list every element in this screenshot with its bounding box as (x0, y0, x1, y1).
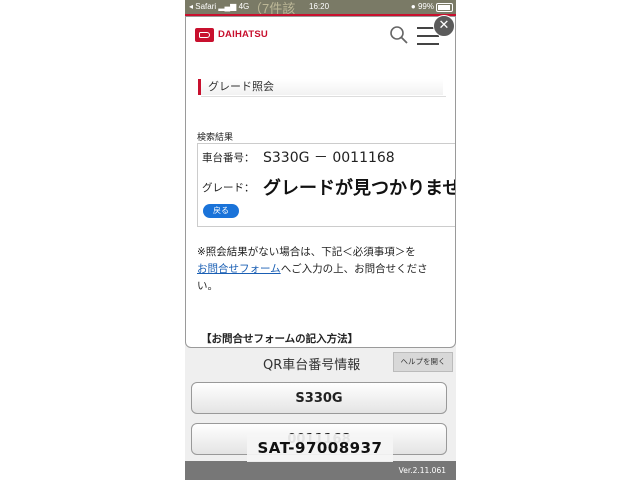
version-label: Ver.2.11.061 (398, 466, 446, 475)
brand-name[interactable]: DAIHATSU (218, 29, 268, 40)
daihatsu-logo-icon[interactable] (195, 28, 214, 42)
search-icon[interactable] (389, 25, 409, 45)
clock: 16:20 (309, 2, 330, 11)
section-title: グレード照会 (198, 79, 446, 97)
help-button[interactable]: ヘルプを開く (393, 352, 453, 372)
howto-heading: 【お問合せフォームの記入方法】 (201, 333, 359, 345)
results-box: 車台番号： S330G － 0011168 グレード： グレードが見つかりません… (197, 143, 456, 227)
battery-icon (436, 3, 453, 12)
results-label: 検索結果 (197, 133, 234, 143)
chassis-number: S330G － 0011168 (263, 150, 395, 166)
bottom-bar: Ver.2.11.061 (185, 461, 456, 480)
close-icon[interactable]: ✕ (433, 15, 455, 37)
carrier-label: ◂ Safari ▂▄▆ 4G (189, 2, 250, 11)
overlay-id-label: SAT-97008937 (247, 434, 393, 462)
grade-label: グレード： (202, 182, 255, 194)
back-button[interactable]: 戻る (203, 204, 239, 218)
inquiry-form-link[interactable]: お問合せフォーム (197, 263, 281, 275)
chassis-label: 車台番号： (202, 152, 255, 164)
grade-value: グレードが見つかりませんでした (263, 178, 456, 199)
qr-title: QR車台番号情報 (263, 358, 361, 373)
site-header: DAIHATSU (186, 17, 455, 57)
notice-text: ※照会結果がない場合は、下記＜必須事項＞を お問合せフォームへご入力の上、お問合… (197, 246, 428, 292)
phone-screen: ◂ Safari ▂▄▆ 4G （7件該 16:20 ● 99% DAIHATS… (185, 0, 456, 480)
status-bar: ◂ Safari ▂▄▆ 4G （7件該 16:20 ● 99% (185, 0, 456, 16)
battery-percent: ● 99% (410, 2, 434, 11)
grade-lookup-popup: DAIHATSU グレード照会 検索結果 車台番号： S330G － 00111… (185, 16, 456, 348)
model-code-button[interactable]: S330G (191, 382, 447, 414)
